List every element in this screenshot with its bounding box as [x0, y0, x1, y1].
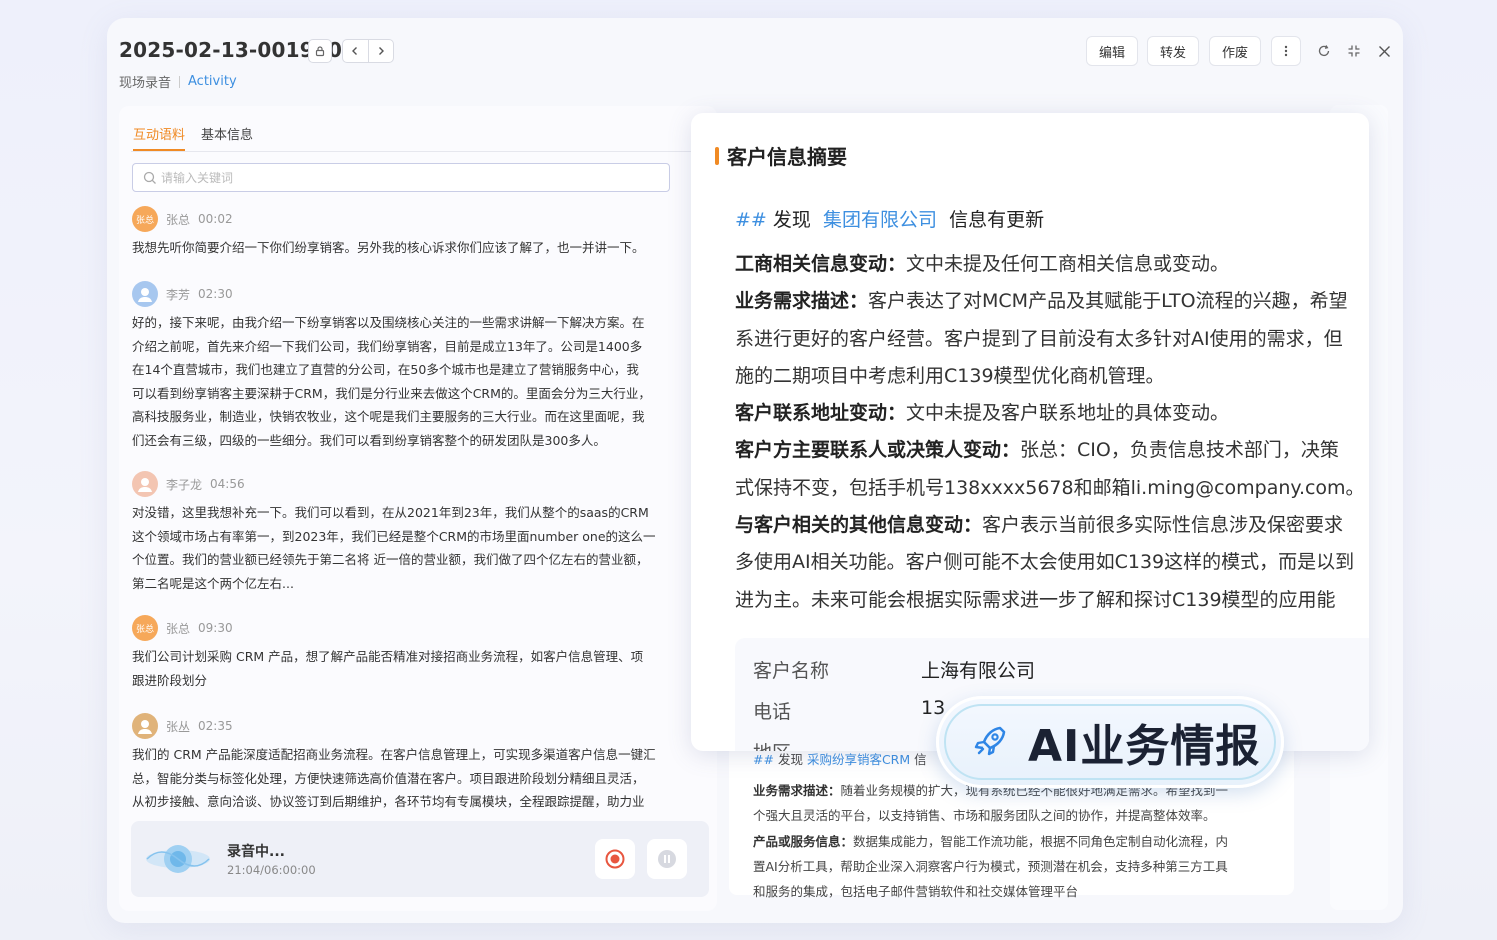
avatar: [132, 471, 158, 497]
summary-line: 多使用AI相关功能。客户侧可能不太会使用如C139这样的模式，而是以到: [735, 551, 1355, 574]
close-icon: [1378, 45, 1390, 57]
update-line: 置AI分析工具，帮助企业深入洞察客户行为模式，预测潜在机会，支持多种第三方工具: [753, 859, 1228, 874]
chevron-left-icon: [352, 47, 358, 55]
info-key: 电话: [753, 701, 792, 723]
forward-button[interactable]: 转发: [1147, 36, 1200, 66]
customer-summary-card: 客户信息摘要 ## 发现 集团有限公司 信息有更新 工商相关信息变动：文中未提及…: [691, 113, 1369, 751]
subtitle-type: 现场录音: [119, 76, 172, 91]
void-button[interactable]: 作废: [1209, 36, 1262, 66]
collapse-button[interactable]: [1345, 42, 1363, 60]
refresh-icon: [1318, 45, 1330, 57]
summary-line: 客户联系地址变动：文中未提及客户联系地址的具体变动。: [735, 402, 1230, 425]
tab-bar: 互动语料 基本信息: [133, 124, 253, 151]
timestamp: 02:35: [198, 719, 233, 733]
speaker-name: 张总: [166, 621, 191, 636]
info-row: 地区: [753, 738, 921, 751]
person-avatar-icon: [138, 720, 152, 734]
breadcrumb: 现场录音 Activity: [119, 72, 237, 91]
timestamp: 00:02: [198, 212, 233, 226]
info-row: 电话 13: [753, 697, 945, 724]
activity-link[interactable]: Activity: [188, 74, 237, 89]
recorder-bar: 录音中... 21:04/06:00:00: [131, 821, 709, 897]
timestamp: 02:30: [198, 287, 233, 301]
divider: [179, 75, 181, 88]
avatar: 张总: [132, 615, 158, 641]
search-input[interactable]: 请输入关键词: [132, 163, 670, 192]
title-accent-bar: [715, 146, 719, 165]
info-key: 地区: [753, 738, 921, 751]
summary-body: 工商相关信息变动：文中未提及任何工商相关信息或变动。 业务需求描述：客户表达了对…: [735, 246, 1369, 619]
close-button[interactable]: [1375, 42, 1393, 60]
summary-line: 施的二期项目中考虑利用C139模型优化商机管理。: [735, 364, 1165, 387]
tab-interaction[interactable]: 互动语料: [133, 124, 186, 151]
tab-divider: [131, 151, 717, 152]
speaker-name: 张丛: [166, 719, 191, 734]
avatar: [132, 713, 158, 739]
lock-button[interactable]: [308, 39, 332, 63]
badge-text: AI业务情报: [1028, 721, 1261, 772]
message-text: 好的，接下来呢，由我介绍一下纷享销客以及围绕核心关注的一些需求讲解一下解决方案。…: [132, 315, 651, 448]
stop-record-button[interactable]: [595, 839, 635, 879]
update-line: 和服务的集成，包括电子邮件营销软件和社交媒体管理平台: [753, 884, 1079, 899]
speaker-name: 李子龙: [166, 477, 203, 492]
pause-record-button[interactable]: [647, 839, 687, 879]
summary-line: 与客户相关的其他信息变动：客户表示当前很多实际性信息涉及保密要求: [735, 514, 1344, 537]
info-value: 上海有限公司: [921, 660, 1036, 682]
record-nav: [342, 39, 394, 63]
summary-line: 业务需求描述：客户表达了对MCM产品及其赋能于LTO流程的兴趣，希望: [735, 290, 1348, 313]
message-item: 张丛 02:35 我们的 CRM 产品能深度适配招商业务流程。在客户信息管理上，…: [132, 713, 707, 813]
summary-line: 工商相关信息变动：文中未提及任何工商相关信息或变动。: [735, 253, 1230, 275]
next-button[interactable]: [369, 40, 394, 62]
audio-wave-icon: [143, 833, 213, 885]
message-text: 我们的 CRM 产品能深度适配招商业务流程。在客户信息管理上，可实现多渠道客户信…: [132, 747, 656, 809]
search-placeholder: 请输入关键词: [161, 171, 234, 185]
summary-line: 式保持不变，包括手机号138xxxx5678和邮箱li.ming@company…: [735, 476, 1365, 499]
lock-icon: [315, 46, 325, 57]
avatar: [132, 281, 158, 307]
ai-business-intel-badge[interactable]: AI业务情报: [936, 696, 1284, 788]
recording-time: 21:04/06:00:00: [227, 863, 316, 877]
summary-line: 系进行更好的客户经营。客户提到了目前没有太多针对AI使用的需求，但: [735, 327, 1343, 350]
message-item: 张总 张总 00:02 我想先听你简要介绍一下你们纷享销客。另外我的核心诉求你们…: [132, 206, 707, 260]
rocket-icon: [970, 722, 1010, 762]
summary-line: 客户方主要联系人或决策人变动：张总：CIO，负责信息技术部门，决策: [735, 439, 1339, 462]
summary-line: 进为主。未来可能会根据实际需求进一步了解和探讨C139模型的应用能: [735, 588, 1336, 611]
refresh-button[interactable]: [1315, 42, 1333, 60]
chevron-right-icon: [378, 47, 384, 55]
card-title: 客户信息摘要: [715, 141, 847, 170]
message-text: 对没错，这里我想补充一下。我们可以看到，在从2021年到23年，我们从整个的sa…: [132, 505, 656, 591]
message-text: 我们公司计划采购 CRM 产品，想了解产品能否精准对接招商业务流程，如客户信息管…: [132, 649, 644, 688]
transcript-panel: 互动语料 基本信息 请输入关键词 张总 张总 00:02 我想先听你简要介绍一下…: [119, 106, 717, 911]
info-key: 客户名称: [753, 660, 830, 682]
info-row: 客户名称 上海有限公司: [753, 656, 1035, 683]
message-item: 李子龙 04:56 对没错，这里我想补充一下。我们可以看到，在从2021年到23…: [132, 471, 707, 595]
pause-icon: [658, 850, 676, 868]
speaker-name: 张总: [166, 212, 191, 227]
search-icon: [143, 171, 157, 185]
update-line: 个强大且灵活的平台，以支持销售、市场和服务团队之间的协作，并提高整体效率。: [753, 808, 1216, 823]
update-line: 产品或服务信息：数据集成能力，智能工作流功能，根据不同角色定制自动化流程，内: [753, 834, 1229, 849]
timestamp: 04:56: [210, 477, 245, 491]
edit-button[interactable]: 编辑: [1086, 36, 1139, 66]
more-button[interactable]: [1271, 36, 1301, 66]
avatar: 张总: [132, 206, 158, 232]
company-link[interactable]: 集团有限公司: [823, 209, 937, 231]
person-avatar-icon: [138, 478, 152, 492]
message-item: 李芳 02:30 好的，接下来呢，由我介绍一下纷享销客以及围绕核心关注的一些需求…: [132, 281, 707, 452]
tab-basic-info[interactable]: 基本信息: [201, 124, 253, 151]
collapse-icon: [1348, 45, 1360, 57]
message-text: 我想先听你简要介绍一下你们纷享销客。另外我的核心诉求你们应该了解了，也一并讲一下…: [132, 240, 645, 255]
person-avatar-icon: [138, 288, 152, 302]
recording-status: 录音中...: [227, 844, 285, 860]
message-item: 张总 张总 09:30 我们公司计划采购 CRM 产品，想了解产品能否精准对接招…: [132, 615, 707, 692]
more-vertical-icon: [1284, 45, 1288, 57]
timestamp: 09:30: [198, 621, 233, 635]
record-stop-icon: [605, 849, 625, 869]
speaker-name: 李芳: [166, 287, 191, 302]
prev-button[interactable]: [343, 40, 369, 62]
update-heading: ## 发现 集团有限公司 信息有更新: [735, 209, 1045, 231]
